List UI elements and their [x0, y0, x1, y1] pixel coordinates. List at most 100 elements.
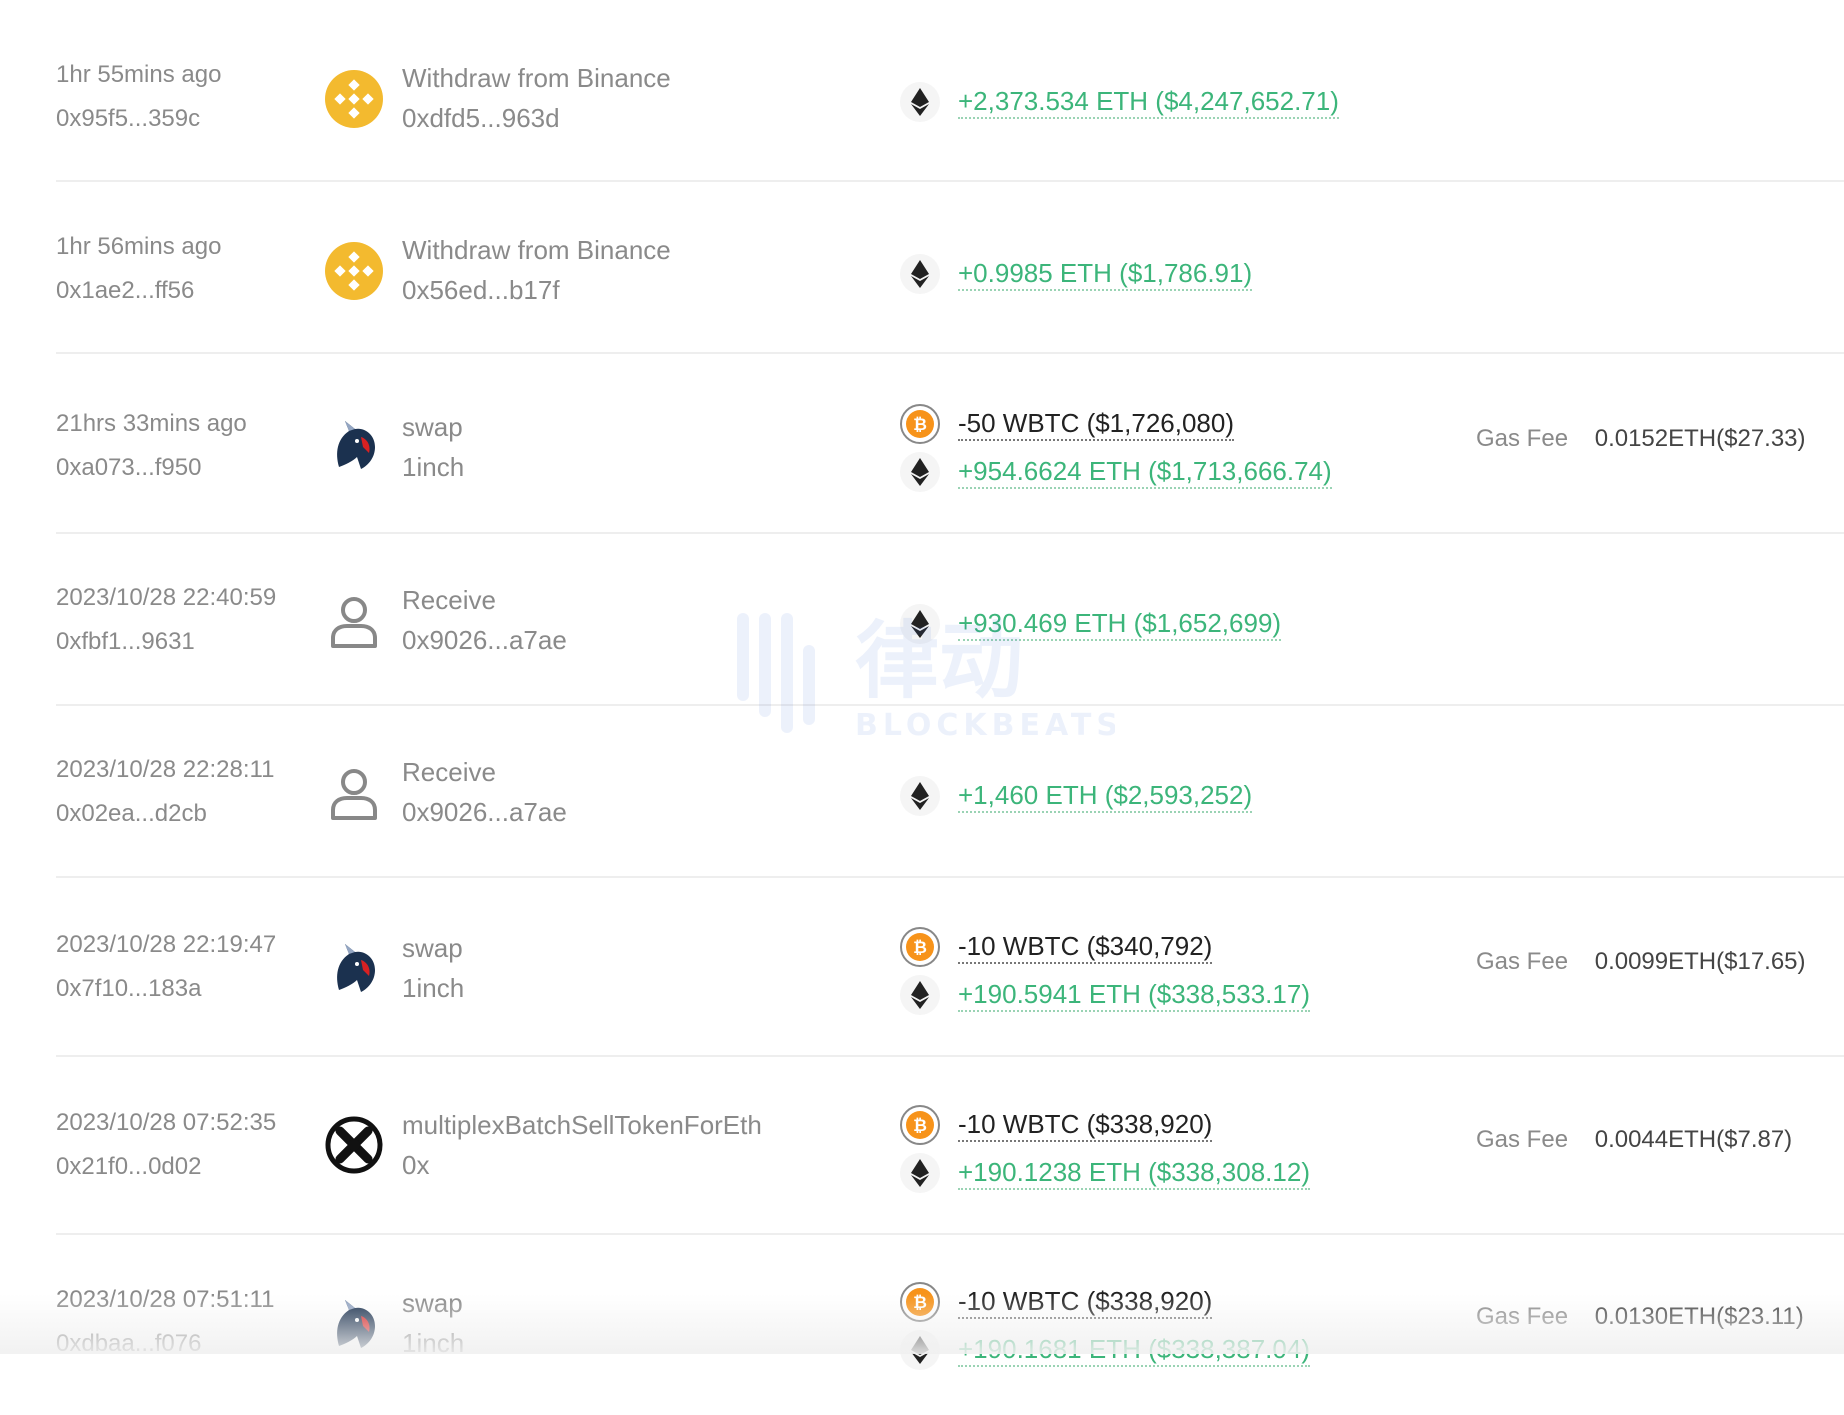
- gas-fee-label: Gas Fee: [1476, 1126, 1569, 1153]
- svg-text:₿: ₿: [913, 938, 927, 957]
- token-transfer: +1,460 ETH ($2,593,252): [900, 776, 1253, 816]
- table-row[interactable]: 2023/10/28 22:40:59 0xfbf1...9631 Receiv…: [0, 534, 1844, 714]
- wbtc-icon: ₿: [900, 1105, 940, 1145]
- eth-icon: [900, 604, 940, 644]
- gas-fee-value: 0.0099ETH($17.65): [1594, 948, 1806, 975]
- tx-hash-link[interactable]: 0xfbf1...9631: [56, 627, 276, 657]
- token-transfer: +930.469 ETH ($1,652,699): [900, 604, 1282, 644]
- 1inch-unicorn-icon: [325, 940, 383, 998]
- tx-time: 2023/10/28 07:51:11: [56, 1286, 275, 1313]
- time-cell: 2023/10/28 22:40:59 0xfbf1...9631: [56, 583, 276, 657]
- method-cell: Withdraw from Binance 0xdfd5...963d: [402, 62, 671, 134]
- wbtc-icon: ₿: [900, 1282, 940, 1322]
- table-row[interactable]: 1hr 55mins ago 0x95f5...359c Withdraw fr…: [0, 0, 1844, 182]
- tx-method: swap: [402, 1288, 463, 1318]
- tx-hash-link[interactable]: 0x1ae2...ff56: [56, 276, 221, 306]
- counterparty-address-link[interactable]: 0x9026...a7ae: [402, 796, 567, 828]
- table-row[interactable]: 2023/10/28 22:19:47 0x7f10...183a swap 1…: [0, 878, 1844, 1058]
- table-row[interactable]: 2023/10/28 07:52:35 0x21f0...0d02 multip…: [0, 1057, 1844, 1237]
- binance-icon: [325, 242, 383, 300]
- table-row[interactable]: 2023/10/28 07:51:11 0xdbaa...f076 swap 1…: [0, 1235, 1844, 1415]
- eth-icon: [900, 254, 940, 294]
- time-cell: 2023/10/28 07:52:35 0x21f0...0d02: [56, 1108, 276, 1182]
- token-transfer: +190.1681 ETH ($338,387.04): [900, 1330, 1310, 1370]
- tx-method: Withdraw from Binance: [402, 63, 671, 93]
- transfer-amount-link[interactable]: +930.469 ETH ($1,652,699): [958, 608, 1282, 641]
- tx-time: 21hrs 33mins ago: [56, 410, 247, 437]
- user-icon: [325, 764, 383, 822]
- counterparty-address-link[interactable]: 0x56ed...b17f: [402, 274, 671, 306]
- gas-fee-label: Gas Fee: [1476, 425, 1569, 452]
- counterparty-address-link[interactable]: 1inch: [402, 972, 464, 1004]
- counterparty-address-link[interactable]: 0x: [402, 1149, 762, 1181]
- transfer-amount-link[interactable]: -10 WBTC ($340,792): [958, 931, 1213, 964]
- table-row[interactable]: 21hrs 33mins ago 0xa073...f950 swap 1inc…: [0, 347, 1844, 534]
- transfer-amount-link[interactable]: +190.1238 ETH ($338,308.12): [958, 1157, 1310, 1190]
- token-transfer: ₿ -10 WBTC ($338,920): [900, 1282, 1213, 1322]
- 1inch-unicorn-icon: [325, 1296, 383, 1354]
- counterparty-address-link[interactable]: 0xdfd5...963d: [402, 102, 671, 134]
- table-row[interactable]: 1hr 56mins ago 0x1ae2...ff56 Withdraw fr…: [0, 172, 1844, 354]
- transfer-amount-link[interactable]: -10 WBTC ($338,920): [958, 1109, 1213, 1142]
- time-cell: 1hr 55mins ago 0x95f5...359c: [56, 60, 221, 134]
- binance-icon: [325, 70, 383, 128]
- counterparty-address-link[interactable]: 0x9026...a7ae: [402, 624, 567, 656]
- gas-fee-value: 0.0130ETH($23.11): [1594, 1303, 1804, 1330]
- time-cell: 2023/10/28 07:51:11 0xdbaa...f076: [56, 1285, 274, 1359]
- tx-hash-link[interactable]: 0x02ea...d2cb: [56, 799, 274, 829]
- transfer-amount-link[interactable]: -10 WBTC ($338,920): [958, 1286, 1213, 1319]
- gas-fee-label: Gas Fee: [1476, 948, 1569, 975]
- eth-icon: [900, 975, 940, 1015]
- tx-method: swap: [402, 933, 463, 963]
- method-cell: swap 1inch: [402, 932, 464, 1004]
- transfer-amount-link[interactable]: -50 WBTC ($1,726,080): [958, 408, 1235, 441]
- tx-method: multiplexBatchSellTokenForEth: [402, 1110, 762, 1140]
- token-transfer: ₿ -10 WBTC ($340,792): [900, 927, 1213, 967]
- svg-text:₿: ₿: [913, 415, 927, 434]
- wbtc-icon: ₿: [900, 927, 940, 967]
- transfer-amount-link[interactable]: +0.9985 ETH ($1,786.91): [958, 258, 1253, 291]
- tx-method: swap: [402, 412, 463, 442]
- method-cell: swap 1inch: [402, 1287, 464, 1359]
- time-cell: 21hrs 33mins ago 0xa073...f950: [56, 409, 247, 483]
- transfer-amount-link[interactable]: +2,373.534 ETH ($4,247,652.71): [958, 86, 1339, 119]
- method-cell: Withdraw from Binance 0x56ed...b17f: [402, 234, 671, 306]
- tx-method: Receive: [402, 757, 496, 787]
- eth-icon: [900, 1330, 940, 1370]
- token-transfer: +190.1238 ETH ($338,308.12): [900, 1153, 1310, 1193]
- tx-hash-link[interactable]: 0x21f0...0d02: [56, 1152, 276, 1182]
- tx-hash-link[interactable]: 0xa073...f950: [56, 453, 247, 483]
- time-cell: 2023/10/28 22:28:11 0x02ea...d2cb: [56, 755, 274, 829]
- time-cell: 2023/10/28 22:19:47 0x7f10...183a: [56, 930, 276, 1004]
- tx-hash-link[interactable]: 0xdbaa...f076: [56, 1329, 274, 1359]
- method-cell: Receive 0x9026...a7ae: [402, 584, 567, 656]
- tx-time: 2023/10/28 22:40:59: [56, 584, 277, 611]
- token-transfer: +190.5941 ETH ($338,533.17): [900, 975, 1310, 1015]
- table-row[interactable]: 2023/10/28 22:28:11 0x02ea...d2cb Receiv…: [0, 706, 1844, 886]
- transfer-amount-link[interactable]: +1,460 ETH ($2,593,252): [958, 780, 1253, 813]
- counterparty-address-link[interactable]: 1inch: [402, 451, 464, 483]
- tx-time: 1hr 56mins ago: [56, 233, 222, 260]
- gas-fee: Gas Fee 0.0130ETH($23.11): [1476, 1302, 1804, 1332]
- tx-time: 2023/10/28 22:28:11: [56, 756, 275, 783]
- transfer-amount-link[interactable]: +190.5941 ETH ($338,533.17): [958, 979, 1310, 1012]
- token-transfer: +0.9985 ETH ($1,786.91): [900, 254, 1253, 294]
- gas-fee: Gas Fee 0.0044ETH($7.87): [1476, 1125, 1792, 1155]
- gas-fee-value: 0.0044ETH($7.87): [1594, 1126, 1793, 1153]
- tx-hash-link[interactable]: 0x95f5...359c: [56, 104, 221, 134]
- 1inch-unicorn-icon: [325, 417, 383, 475]
- gas-fee-label: Gas Fee: [1476, 1303, 1569, 1330]
- method-cell: Receive 0x9026...a7ae: [402, 756, 567, 828]
- tx-time: 2023/10/28 07:52:35: [56, 1109, 277, 1136]
- gas-fee-value: 0.0152ETH($27.33): [1594, 425, 1806, 452]
- svg-text:₿: ₿: [913, 1293, 927, 1312]
- transfer-amount-link[interactable]: +190.1681 ETH ($338,387.04): [958, 1334, 1310, 1367]
- tx-hash-link[interactable]: 0x7f10...183a: [56, 974, 276, 1004]
- eth-icon: [900, 776, 940, 816]
- time-cell: 1hr 56mins ago 0x1ae2...ff56: [56, 232, 221, 306]
- method-cell: swap 1inch: [402, 411, 464, 483]
- svg-text:₿: ₿: [913, 1116, 927, 1135]
- tx-method: Withdraw from Binance: [402, 235, 671, 265]
- counterparty-address-link[interactable]: 1inch: [402, 1327, 464, 1359]
- transfer-amount-link[interactable]: +954.6624 ETH ($1,713,666.74): [958, 456, 1332, 489]
